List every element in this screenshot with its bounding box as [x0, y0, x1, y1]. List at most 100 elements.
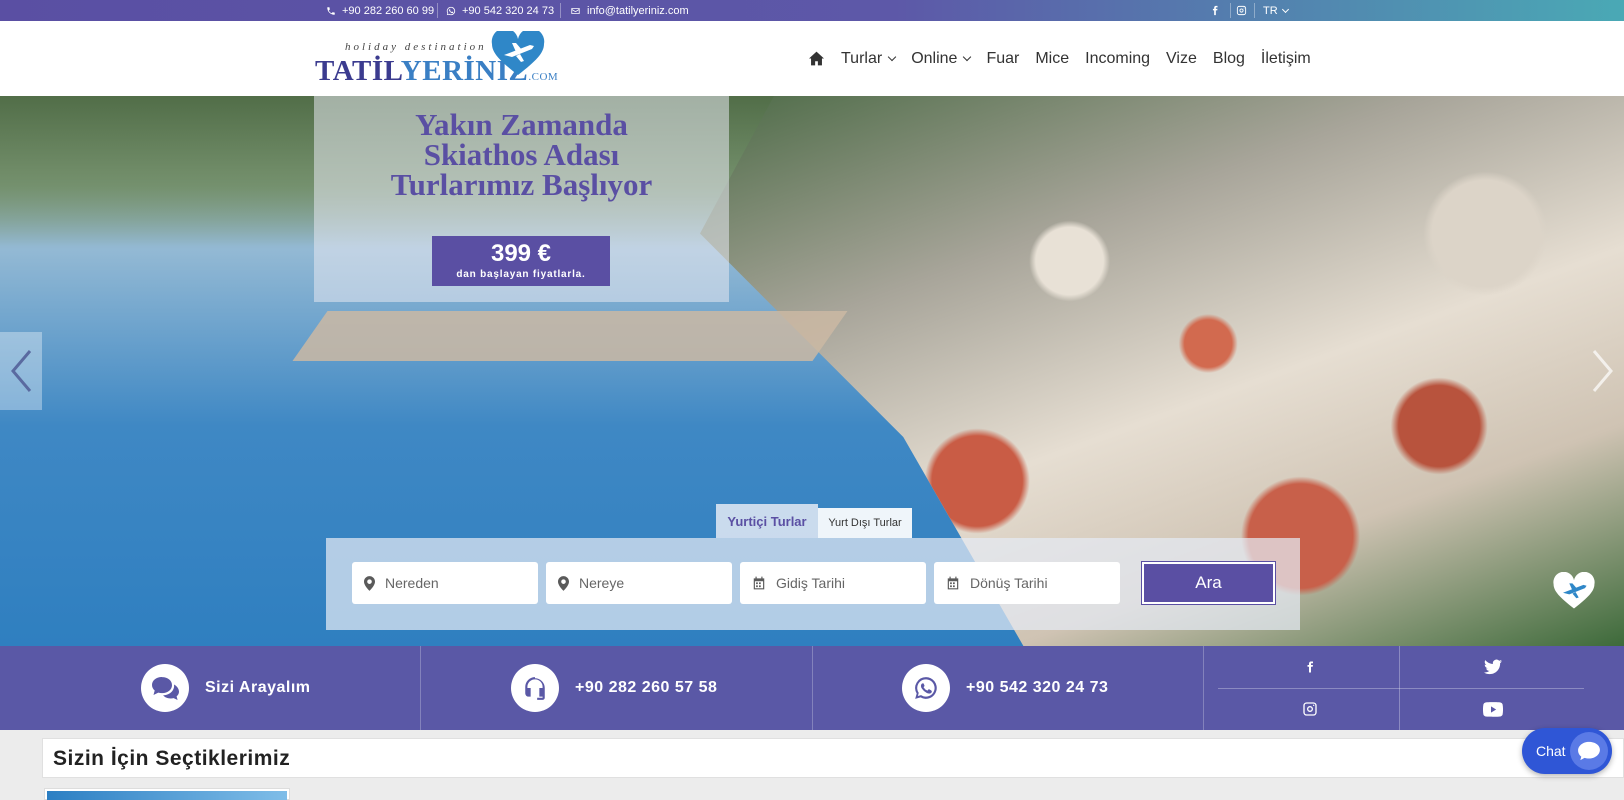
- divider: [1254, 3, 1255, 18]
- hero-background-pier: [292, 311, 848, 361]
- callback-label: Sizi Arayalım: [205, 679, 311, 696]
- youtube-icon: [1482, 701, 1503, 717]
- featured-tour-card[interactable]: [44, 788, 290, 800]
- language-label: TR: [1263, 4, 1278, 17]
- to-placeholder: Nereye: [579, 575, 625, 591]
- topbar-email[interactable]: info@tatilyeriniz.com: [570, 0, 689, 21]
- home-icon: [809, 51, 824, 66]
- hero-headline-line: Skiathos Adası: [423, 137, 620, 172]
- site-header: holiday destination TATİLYERİNİZ.COM Tur…: [0, 21, 1624, 96]
- logo[interactable]: holiday destination TATİLYERİNİZ.COM: [315, 29, 560, 91]
- callback-request[interactable]: Sizi Arayalım: [141, 646, 311, 730]
- phone-contact[interactable]: +90 282 260 57 58: [511, 646, 717, 730]
- to-field[interactable]: Nereye: [546, 562, 732, 604]
- nav-item-turlar[interactable]: Turlar: [833, 50, 903, 68]
- price-badge[interactable]: 399 € dan başlayan fiyatlarla.: [432, 236, 610, 286]
- instagram-link[interactable]: [1218, 688, 1401, 730]
- nav-item-blog[interactable]: Blog: [1205, 50, 1253, 68]
- social-links-grid: [1218, 646, 1584, 730]
- icon-circle: [511, 664, 559, 712]
- nav-item-label: Turlar: [841, 49, 883, 67]
- depart-date-field[interactable]: Gidiş Tarihi: [740, 562, 926, 604]
- calendar-icon: [753, 576, 765, 590]
- nav-item-label: Fuar: [986, 49, 1020, 67]
- nav-item-incoming[interactable]: Incoming: [1077, 50, 1158, 68]
- price-subtitle: dan başlayan fiyatlarla.: [456, 269, 586, 280]
- instagram-icon: [1302, 702, 1317, 716]
- chevron-down-icon: [963, 52, 972, 61]
- from-field[interactable]: Nereden: [352, 562, 538, 604]
- whatsapp-contact[interactable]: +90 542 320 24 73: [902, 646, 1108, 730]
- icon-circle: [141, 664, 189, 712]
- top-bar: +90 282 260 60 99 +90 542 320 24 73 info…: [0, 0, 1624, 21]
- chat-bubbles-icon: [152, 677, 179, 700]
- search-button[interactable]: Ara: [1141, 561, 1276, 605]
- search-panel: Nereden Nereye Gidiş Tarihi Dönüş Tarihi…: [326, 538, 1300, 630]
- facebook-icon: [1307, 661, 1313, 673]
- hero-slider: Yakın Zamanda Skiathos Adası Turlarımız …: [0, 96, 1624, 646]
- hero-headline: Yakın Zamanda Skiathos Adası Turlarımız …: [314, 107, 729, 202]
- phone-label: +90 282 260 57 58: [575, 679, 718, 696]
- facebook-icon: [1212, 5, 1218, 16]
- featured-section-header: Sizin İçin Seçtiklerimiz: [42, 738, 1624, 778]
- twitter-link[interactable]: [1401, 646, 1584, 688]
- return-date-field[interactable]: Dönüş Tarihi: [934, 562, 1120, 604]
- chat-widget-button[interactable]: Chat: [1522, 728, 1612, 774]
- tab-yurtdisi[interactable]: Yurt Dışı Turlar: [818, 508, 912, 538]
- nav-item-label: Incoming: [1085, 49, 1151, 67]
- logo-tagline: holiday destination: [345, 41, 487, 53]
- chevron-down-icon: [1281, 5, 1289, 13]
- heart-airplane-icon: [491, 31, 545, 75]
- chevron-right-icon: [1592, 350, 1613, 392]
- nav-item-label: Blog: [1212, 49, 1245, 67]
- search-tabs: Yurtiçi Turlar Yurt Dışı Turlar: [716, 504, 912, 538]
- main-nav: Turlar Online Fuar Mice Incoming Vize Bl…: [800, 21, 1319, 96]
- nav-item-label: Vize: [1166, 49, 1197, 67]
- topbar-facebook-link[interactable]: [1210, 0, 1220, 21]
- divider: [420, 646, 421, 730]
- chat-icon: [1578, 741, 1600, 761]
- language-selector[interactable]: TR: [1263, 0, 1289, 21]
- topbar-phone-text: +90 282 260 60 99: [342, 4, 435, 17]
- slider-next-button[interactable]: [1582, 332, 1624, 410]
- contact-info-bar: Sizi Arayalım +90 282 260 57 58 +90 542 …: [0, 646, 1624, 730]
- topbar-whatsapp[interactable]: +90 542 320 24 73: [446, 0, 554, 21]
- heart-airplane-icon[interactable]: [1552, 572, 1596, 612]
- hero-headline-line: Turlarımız Başlıyor: [390, 167, 653, 202]
- chevron-down-icon: [887, 52, 897, 61]
- tour-image: [47, 791, 287, 800]
- nav-item-mice[interactable]: Mice: [1027, 50, 1077, 68]
- map-marker-icon: [558, 575, 569, 591]
- price-amount: 399 €: [490, 240, 552, 267]
- calendar-icon: [947, 576, 959, 590]
- nav-item-label: İletişim: [1260, 49, 1311, 67]
- nav-item-iletisim[interactable]: İletişim: [1253, 50, 1319, 68]
- chevron-left-icon: [11, 350, 32, 392]
- nav-item-fuar[interactable]: Fuar: [978, 50, 1027, 68]
- nav-item-label: Online: [911, 49, 958, 67]
- hero-headline-line: Yakın Zamanda: [415, 107, 628, 142]
- phone-icon: [327, 6, 335, 15]
- depart-placeholder: Gidiş Tarihi: [776, 575, 845, 591]
- whatsapp-label: +90 542 320 24 73: [966, 679, 1109, 696]
- facebook-link[interactable]: [1218, 646, 1401, 688]
- divider: [1230, 3, 1231, 18]
- instagram-icon: [1236, 5, 1247, 16]
- youtube-link[interactable]: [1401, 688, 1584, 730]
- topbar-phone[interactable]: +90 282 260 60 99: [326, 0, 434, 21]
- section-title: Sizin İçin Seçtiklerimiz: [53, 747, 291, 770]
- envelope-icon: [571, 7, 580, 14]
- twitter-icon: [1483, 659, 1502, 675]
- nav-item-online[interactable]: Online: [903, 50, 978, 68]
- topbar-instagram-link[interactable]: [1236, 0, 1247, 21]
- divider: [812, 646, 813, 730]
- return-placeholder: Dönüş Tarihi: [970, 575, 1048, 591]
- topbar-email-text: info@tatilyeriniz.com: [587, 4, 689, 17]
- slider-prev-button[interactable]: [0, 332, 42, 410]
- icon-circle: [902, 664, 950, 712]
- chat-bubble: [1570, 732, 1608, 770]
- tab-yurtici[interactable]: Yurtiçi Turlar: [716, 504, 818, 538]
- nav-home[interactable]: [800, 51, 833, 66]
- topbar-whatsapp-text: +90 542 320 24 73: [462, 4, 555, 17]
- nav-item-vize[interactable]: Vize: [1158, 50, 1205, 68]
